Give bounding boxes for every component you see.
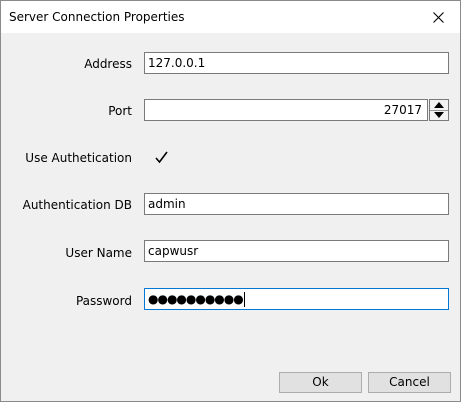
close-button[interactable] bbox=[416, 1, 460, 33]
cancel-button[interactable]: Cancel bbox=[368, 372, 451, 393]
port-label: Port bbox=[108, 104, 132, 118]
port-spinner bbox=[429, 99, 449, 121]
use-auth-label: Use Authetication bbox=[25, 151, 132, 165]
use-auth-checkbox[interactable] bbox=[154, 150, 169, 165]
user-name-input[interactable]: capwusr bbox=[144, 240, 449, 262]
user-name-label: User Name bbox=[65, 246, 132, 260]
auth-db-label: Authentication DB bbox=[22, 198, 132, 212]
port-decrement-button[interactable] bbox=[430, 110, 448, 120]
arrow-up-icon bbox=[434, 102, 444, 108]
ok-button[interactable]: Ok bbox=[279, 372, 362, 393]
title-bar: Server Connection Properties bbox=[1, 1, 460, 33]
password-label: Password bbox=[75, 294, 132, 308]
password-input[interactable]: ●●●●●●●●●● bbox=[144, 288, 449, 310]
window-title: Server Connection Properties bbox=[9, 10, 185, 24]
arrow-down-icon bbox=[434, 112, 444, 118]
password-mask: ●●●●●●●●●● bbox=[148, 292, 244, 306]
address-input[interactable]: 127.0.0.1 bbox=[144, 52, 449, 74]
close-icon bbox=[433, 12, 444, 23]
auth-db-input[interactable]: admin bbox=[144, 193, 449, 215]
port-input[interactable]: 27017 bbox=[144, 99, 428, 121]
dialog-window: Server Connection Properties Address 127… bbox=[0, 0, 461, 402]
address-label: Address bbox=[84, 57, 132, 71]
text-caret bbox=[243, 292, 245, 307]
checkmark-icon bbox=[155, 151, 168, 164]
